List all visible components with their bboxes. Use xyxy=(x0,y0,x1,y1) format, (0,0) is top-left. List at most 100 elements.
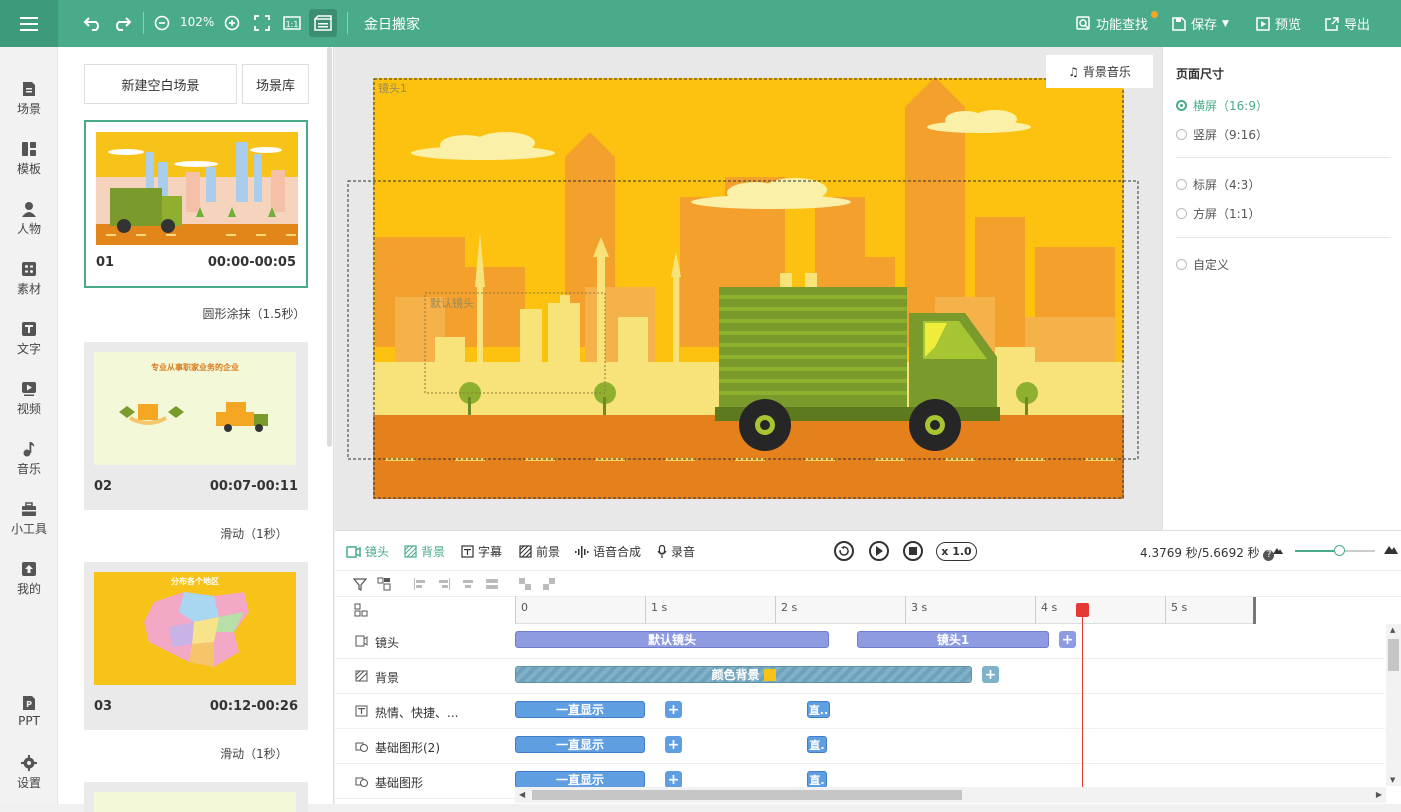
tab-camera[interactable]: 镜头 xyxy=(346,543,389,560)
clip-short[interactable]: 直. xyxy=(807,771,827,788)
scene-card-04[interactable] xyxy=(84,782,308,812)
scroll-thumb[interactable] xyxy=(1388,639,1399,671)
radio-standard[interactable]: 标屏（4:3） xyxy=(1176,176,1260,193)
new-blank-scene-button[interactable]: 新建空白场景 xyxy=(84,64,237,104)
track-label: 背景 xyxy=(375,671,400,685)
tab-label: 录音 xyxy=(671,545,696,559)
track-label: 镜头 xyxy=(375,636,400,650)
sidebar-item-ppt[interactable]: P PPT xyxy=(0,695,58,728)
tab-foreground[interactable]: 前景 xyxy=(519,543,560,560)
clip-always-show[interactable]: 一直显示 xyxy=(515,736,645,753)
playhead-handle[interactable] xyxy=(1076,603,1089,617)
clapper-icon[interactable] xyxy=(309,9,337,37)
clip-short[interactable]: 直. xyxy=(807,736,827,753)
replay-button[interactable] xyxy=(834,541,854,561)
clip-color-background[interactable]: 颜色背景 xyxy=(515,666,972,683)
scroll-left-arrow[interactable]: ◀ xyxy=(519,790,525,799)
scene-panel-scrollbar[interactable] xyxy=(327,47,332,447)
menu-button[interactable] xyxy=(0,0,58,47)
scene-icon xyxy=(23,82,35,96)
add-background-button[interactable]: + xyxy=(982,666,999,683)
shape-icon xyxy=(355,742,368,752)
zoom-out-mountain-icon[interactable] xyxy=(1273,546,1283,554)
zoom-in-icon[interactable] xyxy=(221,12,243,34)
tab-record[interactable]: 录音 xyxy=(657,543,695,560)
scene-time: 00:07-00:11 xyxy=(209,479,298,494)
radio-custom[interactable]: 自定义 xyxy=(1176,256,1229,273)
add-clip-button[interactable]: + xyxy=(665,701,682,718)
redo-icon[interactable] xyxy=(111,12,133,34)
clip-default-camera[interactable]: 默认镜头 xyxy=(515,631,829,648)
move-down-icon[interactable] xyxy=(542,577,556,591)
filter-icon[interactable] xyxy=(353,577,367,591)
project-title[interactable]: 金日搬家 xyxy=(364,14,420,34)
layers-icon[interactable] xyxy=(377,577,391,591)
radio-portrait[interactable]: 竖屏（9:16） xyxy=(1176,126,1268,143)
timeline-panel: 镜头 背景 字幕 前景 语音合成 录音 x 1.0 4.3769 秒/5.669… xyxy=(335,530,1401,804)
sidebar-item-toolbox[interactable]: 小工具 xyxy=(0,501,58,537)
scene-library-button[interactable]: 场景库 xyxy=(242,64,309,104)
fullscreen-icon[interactable] xyxy=(251,12,273,34)
slider-handle[interactable] xyxy=(1334,545,1345,556)
track-row-camera: 镜头 默认镜头 镜头1 + xyxy=(335,624,1385,659)
clip-always-show[interactable]: 一直显示 xyxy=(515,771,645,788)
timeline-vertical-scrollbar[interactable]: ▲ ▼ xyxy=(1386,624,1401,786)
sidebar-item-settings[interactable]: 设置 xyxy=(0,755,58,791)
scene-card-01[interactable]: 01 00:00-00:05 xyxy=(84,120,308,288)
playhead[interactable] xyxy=(1082,603,1083,791)
export-button[interactable]: 导出 xyxy=(1325,14,1370,33)
move-up-icon[interactable] xyxy=(518,577,532,591)
sidebar-item-material[interactable]: 素材 xyxy=(0,261,58,297)
timeline-horizontal-scrollbar[interactable]: ◀ ▶ xyxy=(515,787,1386,803)
sidebar-item-template[interactable]: 模板 xyxy=(0,141,58,177)
radio-square[interactable]: 方屏（1:1） xyxy=(1176,205,1260,222)
sidebar-item-label: 小工具 xyxy=(10,522,47,536)
clip-always-show[interactable]: 一直显示 xyxy=(515,701,645,718)
actual-size-icon[interactable]: 1:1 xyxy=(281,12,303,34)
scene-card-02[interactable]: 专业从事职家业务的企业 02 00:07-00:11 xyxy=(84,342,308,510)
sidebar-item-scene[interactable]: 场景 xyxy=(0,81,58,117)
track-row-shape-2: 基础图形(2) 一直显示 + 直. xyxy=(335,729,1385,764)
radio-landscape[interactable]: 横屏（16:9） xyxy=(1176,97,1268,114)
timeline-zoom-slider[interactable] xyxy=(1295,545,1375,556)
align-right-icon[interactable] xyxy=(437,577,451,591)
stop-button[interactable] xyxy=(903,541,923,561)
align-center-icon[interactable] xyxy=(461,577,475,591)
sidebar-item-video[interactable]: 视频 xyxy=(0,381,58,417)
sidebar-item-person[interactable]: 人物 xyxy=(0,201,58,237)
add-camera-button[interactable]: + xyxy=(1059,631,1076,648)
scroll-down-arrow[interactable]: ▼ xyxy=(1390,776,1395,784)
grid-icon[interactable] xyxy=(354,603,368,617)
clip-short[interactable]: 直.. xyxy=(807,701,830,718)
sidebar-item-mine[interactable]: 我的 xyxy=(0,561,58,597)
scroll-right-arrow[interactable]: ▶ xyxy=(1376,790,1382,799)
align-left-icon[interactable] xyxy=(413,577,427,591)
background-music-button[interactable]: ♫ 背景音乐 xyxy=(1046,55,1153,88)
tab-background[interactable]: 背景 xyxy=(404,543,445,560)
scene-card-03[interactable]: 分布各个地区 03 00:12-00:26 xyxy=(84,562,308,730)
clip-camera1[interactable]: 镜头1 xyxy=(857,631,1049,648)
stage-canvas[interactable] xyxy=(335,47,1162,530)
playback-speed-button[interactable]: x 1.0 xyxy=(936,542,977,561)
save-icon xyxy=(1172,16,1186,31)
add-clip-button[interactable]: + xyxy=(665,771,682,788)
play-button[interactable] xyxy=(869,541,889,561)
zoom-in-mountain-icon[interactable] xyxy=(1384,544,1398,554)
zoom-out-icon[interactable] xyxy=(151,12,173,34)
sidebar-item-music[interactable]: 音乐 xyxy=(0,441,58,477)
scroll-up-arrow[interactable]: ▲ xyxy=(1390,626,1395,634)
tab-subtitle[interactable]: 字幕 xyxy=(461,543,502,560)
undo-icon[interactable] xyxy=(82,12,104,34)
preview-button[interactable]: 预览 xyxy=(1256,14,1301,33)
save-button[interactable]: 保存 ▼ xyxy=(1172,14,1229,33)
scroll-thumb[interactable] xyxy=(532,790,962,800)
feature-search-button[interactable]: 功能查找 xyxy=(1076,14,1148,33)
distribute-icon[interactable] xyxy=(485,577,499,591)
add-clip-button[interactable]: + xyxy=(665,736,682,753)
sidebar-item-text[interactable]: 文字 xyxy=(0,321,58,357)
save-label: 保存 xyxy=(1191,18,1218,33)
sidebar-item-label: 视频 xyxy=(16,402,41,416)
timeline-ruler[interactable]: 0 1 s 2 s 3 s 4 s 5 s xyxy=(515,596,1401,624)
camera1-label: 镜头1 xyxy=(378,82,407,95)
tab-voice-synthesis[interactable]: 语音合成 xyxy=(575,543,641,560)
